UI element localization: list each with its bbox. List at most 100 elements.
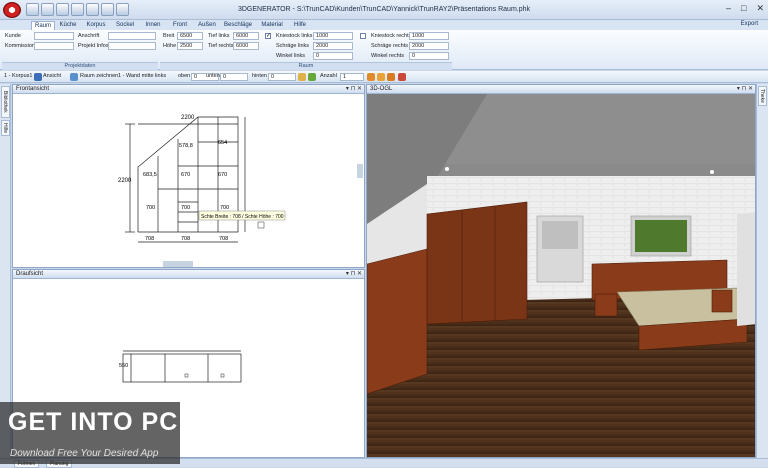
front-vertical-scroll-thumb[interactable] <box>357 164 363 178</box>
tab-bibliothek[interactable]: Bibliothek <box>1 86 10 118</box>
ribbon-tabs: Raum Küche Korpus Sockel Innen Front Auß… <box>0 20 768 30</box>
schraege-links-field[interactable]: 2000 <box>313 42 353 50</box>
pin-icon[interactable]: ▾ ⊓ <box>346 86 355 92</box>
oben-label: oben <box>178 73 191 79</box>
anschrift-label: Anschrift <box>78 33 100 39</box>
breit-field[interactable]: 6500 <box>177 32 203 40</box>
unten-field[interactable]: 0 <box>220 73 248 81</box>
nightstand-left <box>594 293 618 317</box>
schraege-links-label: Schräge links <box>276 43 310 49</box>
dim-708-b: 708 <box>181 236 190 242</box>
tief-links-label: Tief links <box>208 33 230 39</box>
wand-selector[interactable]: 1 - Wand mitte links <box>118 73 166 79</box>
kommission-label: Kommission <box>5 43 35 49</box>
left-cabinet <box>367 248 428 395</box>
ogl-controls: ▾ ⊓ ✕ <box>737 85 753 94</box>
kniestock-links-checkbox[interactable]: ✓ <box>265 33 271 39</box>
breit-label: Breit <box>163 33 175 39</box>
tab-aussen[interactable]: Außen <box>194 21 220 30</box>
spotlight-2 <box>710 170 714 174</box>
hoehe-field[interactable]: 2500 <box>177 42 203 50</box>
tab-korpus[interactable]: Korpus <box>82 21 110 30</box>
close-icon[interactable]: ✕ <box>357 271 362 277</box>
top-view-title: Draufsicht <box>13 270 364 279</box>
raum-zeichnen-button[interactable]: Raum zeichnen <box>80 73 118 79</box>
winkel-links-field[interactable]: 0 <box>313 52 353 60</box>
dim-708-c: 708 <box>219 236 228 242</box>
tab-theke[interactable]: Theke <box>758 86 767 106</box>
korpus-selector[interactable]: 1 - Korpus1 <box>4 73 32 79</box>
tab-material[interactable]: Material <box>257 21 287 30</box>
front-horizontal-scroll-thumb[interactable] <box>163 261 193 267</box>
export-menu[interactable]: Export <box>741 21 758 27</box>
group-projektdaten: Projektdaten <box>2 62 158 70</box>
watermark-title: GET INTO PC <box>8 408 179 436</box>
3d-scene <box>367 94 755 457</box>
tab-sockel[interactable]: Sockel <box>111 21 139 30</box>
tab-innen[interactable]: Innen <box>140 21 166 30</box>
cabinet-top-outline <box>122 353 242 383</box>
group-raum: Raum <box>160 62 452 70</box>
kniestock-links-label: Kniestock links <box>276 33 313 39</box>
ansicht-dropdown[interactable]: Ansicht <box>43 73 61 79</box>
tab-hilfe-side[interactable]: Hilfe <box>1 120 10 136</box>
dim-700-b: 700 <box>181 205 190 211</box>
pin-icon[interactable]: ▾ ⊓ <box>737 86 746 92</box>
right-curtain <box>737 212 755 326</box>
ogl-panel: 3D-OGL ▾ ⊓ ✕ <box>366 84 756 458</box>
pin-icon[interactable]: ▾ ⊓ <box>346 271 355 277</box>
top-view-controls: ▾ ⊓ ✕ <box>346 270 362 279</box>
anschrift-field[interactable] <box>108 32 156 40</box>
dimension-tooltip: Schte Breite : 708 / Schte Höhe : 700 <box>201 214 284 220</box>
kniestock-rechts-field[interactable]: 1000 <box>409 32 449 40</box>
maximize-icon[interactable]: □ <box>741 3 746 14</box>
tief-links-field[interactable]: 6000 <box>233 32 259 40</box>
close-icon[interactable]: ✕ <box>357 86 362 92</box>
tief-rechts-label: Tief rechts <box>208 43 234 49</box>
kunde-field[interactable] <box>34 32 74 40</box>
kommission-field[interactable] <box>34 42 74 50</box>
blind <box>542 221 578 249</box>
hinten-field[interactable]: 0 <box>268 73 296 81</box>
close-icon[interactable]: ✕ <box>748 86 753 92</box>
ogl-title: 3D-OGL <box>367 85 755 94</box>
winkel-rechts-label: Winkel rechts <box>371 53 405 59</box>
projekt-infos-field[interactable] <box>108 42 156 50</box>
nightstand-right <box>711 289 733 313</box>
tab-hilfe[interactable]: Hilfe <box>288 21 312 30</box>
front-view-title: Frontansicht <box>13 85 364 94</box>
palette2-icon[interactable] <box>377 73 385 81</box>
palette3-icon[interactable] <box>387 73 395 81</box>
dim-width-top: 2200 <box>181 115 195 121</box>
dim-height-left: 2200 <box>118 178 132 184</box>
window-view <box>635 220 687 252</box>
title-bar: 3DGENERATOR - S:\TrunCAD\Kunden\TrunCAD\… <box>0 0 768 20</box>
add-icon[interactable] <box>308 73 316 81</box>
watermark: GET INTO PC Download Free Your Desired A… <box>0 402 180 464</box>
winkel-rechts-field[interactable]: 0 <box>409 52 449 60</box>
tab-front[interactable]: Front <box>167 21 193 30</box>
raum-zeichnen-icon <box>70 73 78 81</box>
watermark-subtitle: Download Free Your Desired App <box>10 448 159 459</box>
front-drawing: 2200 2200 578,8 654 683,5 670 670 700 70… <box>118 115 363 267</box>
tab-kueche[interactable]: Küche <box>56 21 80 30</box>
winkel-links-label: Winkel links <box>276 53 306 59</box>
schraege-rechts-label: Schräge rechts <box>371 43 408 49</box>
folder-icon[interactable] <box>298 73 306 81</box>
palette-icon[interactable] <box>367 73 375 81</box>
cursor-icon <box>257 221 265 229</box>
kniestock-links-field[interactable]: 1000 <box>313 32 353 40</box>
hoehe-label: Höhe <box>163 43 177 49</box>
anzahl-label: Anzahl <box>320 73 337 79</box>
close-icon[interactable]: ✕ <box>756 3 764 14</box>
schraege-rechts-field[interactable]: 2000 <box>409 42 449 50</box>
pencil-icon[interactable] <box>398 73 406 81</box>
tab-raum[interactable]: Raum <box>31 21 55 30</box>
tief-rechts-field[interactable]: 6000 <box>233 42 259 50</box>
top-dim: 550 <box>119 363 128 369</box>
tab-beschlaege[interactable]: Beschläge <box>222 21 254 30</box>
dim-700-c: 700 <box>220 205 229 211</box>
minimize-icon[interactable]: – <box>726 3 731 14</box>
anzahl-field[interactable]: 1 <box>340 73 364 81</box>
kniestock-rechts-checkbox[interactable] <box>360 33 366 39</box>
